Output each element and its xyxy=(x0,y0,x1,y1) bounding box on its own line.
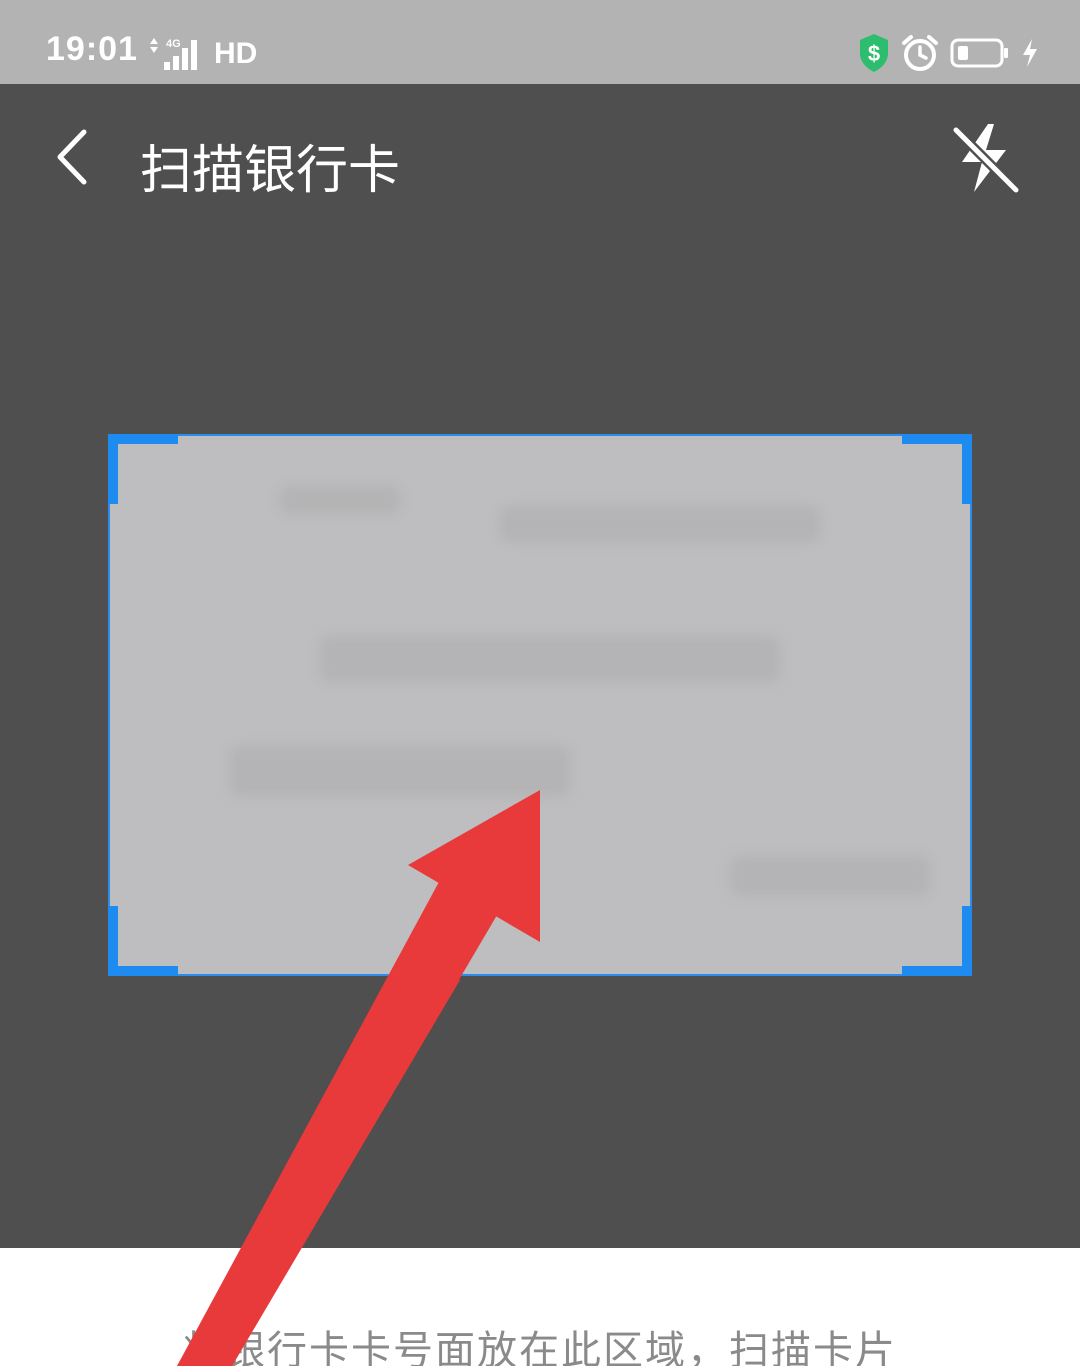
alarm-icon xyxy=(902,35,938,71)
scan-frame xyxy=(108,434,972,976)
flash-off-icon[interactable] xyxy=(948,118,1024,198)
frame-corner-top-right xyxy=(902,434,972,504)
camera-preview-blur xyxy=(730,856,930,896)
svg-text:$: $ xyxy=(868,41,880,66)
app-bar: 扫描银行卡 xyxy=(0,84,1080,234)
signal-icon xyxy=(150,38,197,70)
camera-preview-blur xyxy=(500,506,820,542)
status-icons-right: $ xyxy=(858,30,1040,76)
frame-corner-bottom-left xyxy=(108,906,178,976)
charging-icon xyxy=(1023,39,1037,67)
camera-preview-blur xyxy=(280,486,400,514)
battery-icon xyxy=(950,38,1008,68)
status-bar: 19:01 4G HD $ xyxy=(0,0,1080,84)
camera-preview-blur xyxy=(320,636,780,682)
camera-preview-blur xyxy=(230,746,570,796)
chevron-left-icon[interactable] xyxy=(40,122,110,192)
frame-corner-bottom-right xyxy=(902,906,972,976)
network-type-label: 4G xyxy=(166,38,181,50)
frame-corner-top-left xyxy=(108,434,178,504)
hd-indicator: HD xyxy=(214,37,258,70)
page-title: 扫描银行卡 xyxy=(140,141,401,201)
scan-bank-card-screen: 19:01 4G HD $ 扫描银行卡 将银行卡卡号面放在此区域，扫描卡片 xyxy=(0,0,1080,1366)
scan-hint-text: 将银行卡卡号面放在此区域，扫描卡片 xyxy=(183,1328,897,1366)
status-time: 19:01 xyxy=(46,30,138,68)
hint-panel: 将银行卡卡号面放在此区域，扫描卡片 xyxy=(0,1248,1080,1366)
security-shield-icon: $ xyxy=(860,34,888,72)
